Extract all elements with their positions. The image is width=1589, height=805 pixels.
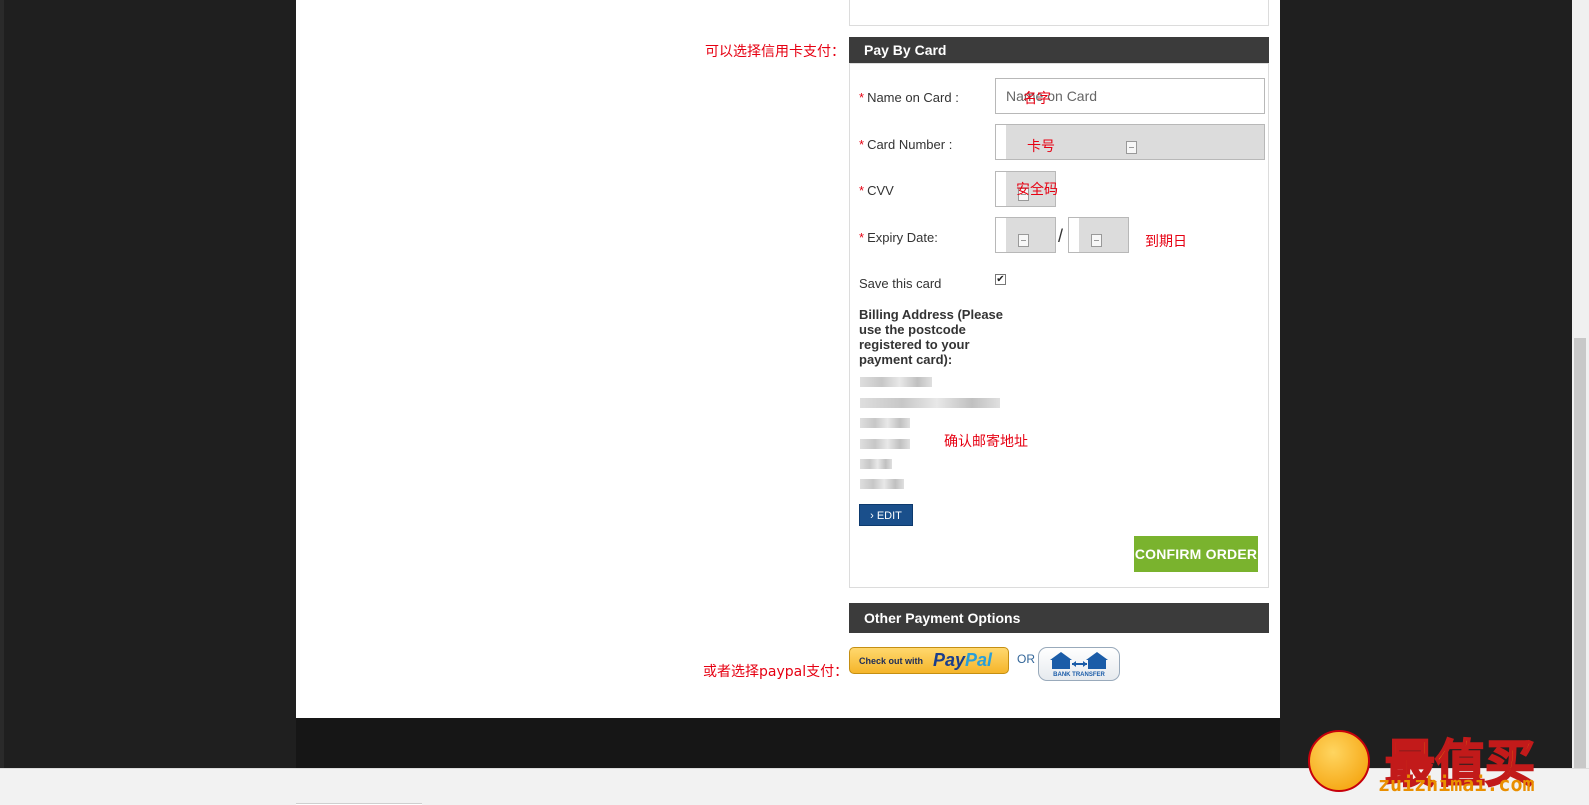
name-on-card-placeholder: Name on Card	[1006, 88, 1098, 104]
left-edge	[0, 0, 4, 768]
bank-icon	[1050, 652, 1108, 669]
confirm-order-button[interactable]: CONFIRM ORDER	[1134, 536, 1258, 572]
expiry-annotation: 到期日	[1145, 234, 1187, 250]
edit-address-button[interactable]: › EDIT	[859, 504, 913, 526]
required-mark: *	[859, 183, 865, 198]
card-number-text: Card Number :	[867, 137, 953, 152]
previous-section-box	[849, 0, 1269, 26]
blurred-address-line	[860, 418, 910, 428]
name-on-card-label: * Name on Card :	[859, 90, 959, 105]
broken-image-icon	[1091, 234, 1102, 247]
input-band	[996, 172, 1006, 206]
expiry-month-input[interactable]	[995, 217, 1056, 253]
broken-image-icon	[1126, 141, 1137, 154]
cvv-annotation: 安全码	[1016, 182, 1058, 198]
pay-by-card-header: Pay By Card	[849, 37, 1269, 63]
paypal-small-text: Check out with	[859, 656, 924, 666]
other-payment-header: Other Payment Options	[849, 603, 1269, 633]
blurred-address-line	[860, 377, 932, 387]
expiry-date-text: Expiry Date:	[867, 230, 938, 245]
broken-image-icon	[1018, 234, 1029, 247]
expiry-date-label: * Expiry Date:	[859, 230, 938, 245]
required-mark: *	[859, 230, 865, 245]
watermark-logo-icon	[1308, 730, 1370, 792]
cvv-label: * CVV	[859, 183, 894, 198]
blurred-address-line	[860, 479, 904, 489]
cvv-text: CVV	[867, 183, 894, 198]
pay-by-card-annotation: 可以选择信用卡支付：	[705, 44, 845, 60]
blurred-address-line	[860, 398, 1000, 408]
bank-transfer-caption: BANK TRANSFER	[1053, 672, 1105, 678]
billing-address-title: Billing Address (Please use the postcode…	[859, 307, 1004, 367]
blurred-address-line	[860, 439, 910, 449]
footer	[296, 718, 1280, 768]
paypal-checkout-button[interactable]: Check out with PayPal	[849, 647, 1009, 674]
save-card-checkbox[interactable]: ✔	[995, 274, 1006, 285]
expiry-year-input[interactable]	[1068, 217, 1129, 253]
input-band	[1069, 218, 1079, 252]
blurred-address-line	[860, 459, 892, 469]
name-on-card-text: Name on Card :	[867, 90, 959, 105]
scrollbar-thumb[interactable]	[1574, 338, 1586, 768]
bank-transfer-button[interactable]: BANK TRANSFER	[1038, 647, 1120, 681]
input-band	[996, 125, 1006, 159]
required-mark: *	[859, 137, 865, 152]
card-number-annotation: 卡号	[1027, 139, 1055, 155]
paypal-logo: PayPal	[933, 650, 993, 670]
save-card-label: Save this card	[859, 276, 942, 291]
expiry-separator: /	[1058, 226, 1064, 246]
watermark-url: zuizhimai.com	[1378, 772, 1535, 796]
required-mark: *	[859, 90, 865, 105]
name-annotation: 名字	[1023, 91, 1051, 107]
input-band	[996, 218, 1006, 252]
paypal-annotation: 或者选择paypal支付：	[703, 664, 849, 680]
or-separator: OR	[1017, 652, 1035, 666]
address-annotation: 确认邮寄地址	[944, 434, 1028, 450]
card-number-label: * Card Number :	[859, 137, 952, 152]
